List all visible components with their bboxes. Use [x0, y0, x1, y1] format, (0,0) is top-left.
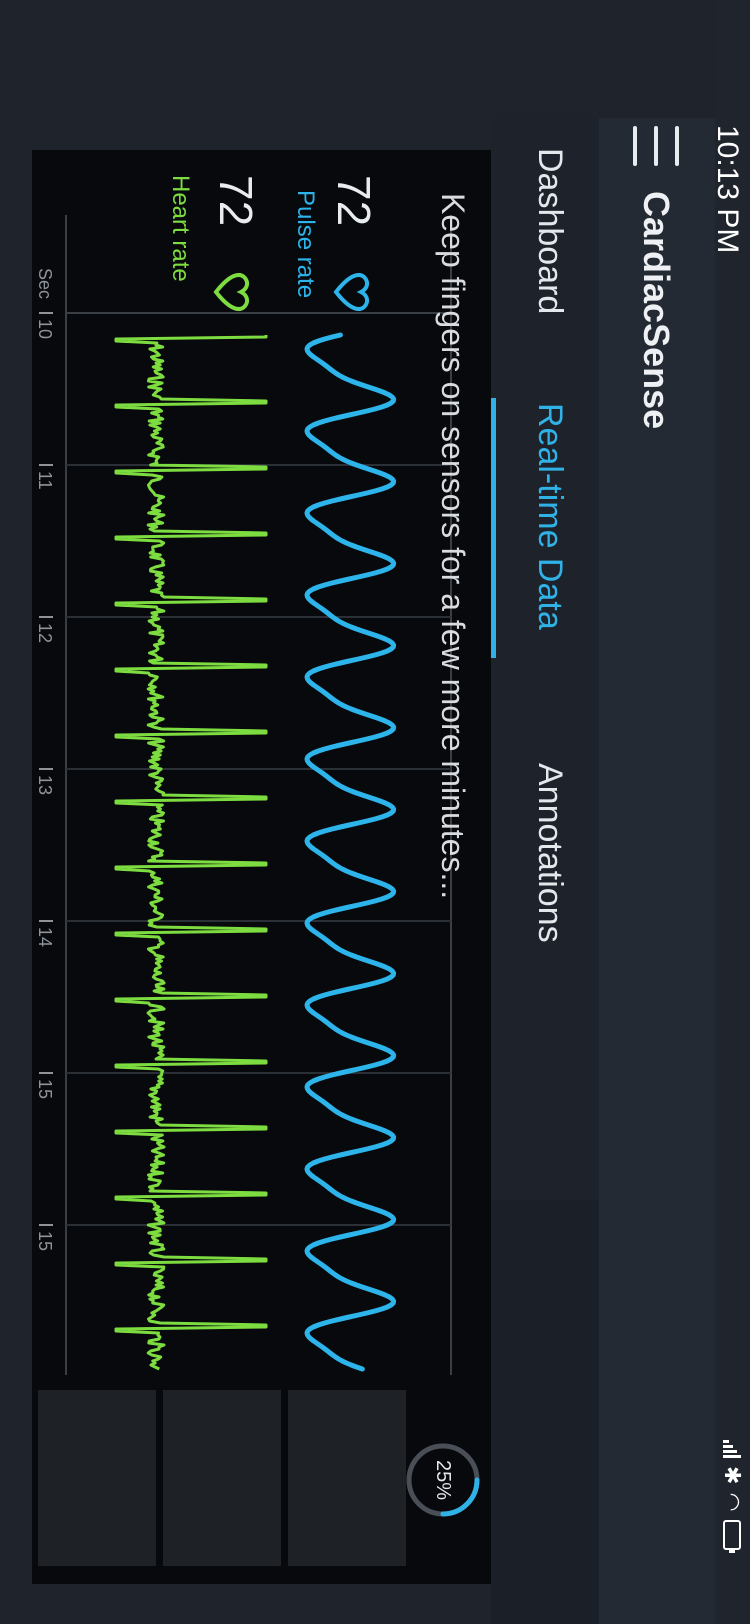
time-tick-label: 11 — [35, 471, 55, 490]
time-tick-label: 14 — [35, 927, 55, 948]
bluetooth-icon: ✱ — [720, 1466, 745, 1485]
tab-dashboard[interactable]: Dashboard — [530, 148, 569, 314]
thumbnail-slot-3 — [38, 1390, 156, 1566]
signal-icon — [723, 1440, 741, 1458]
thumbnail-slot-1 — [288, 1390, 406, 1566]
time-tick-label: 15 — [35, 1231, 55, 1252]
heart-rate-label: Heart rate — [167, 175, 194, 282]
pulse-heart-icon — [333, 273, 370, 311]
pulse-rate-value: 72 — [328, 175, 380, 227]
status-time: 10:13 PM — [711, 125, 744, 254]
rotated-landscape-view: 10:13 PM ✱ ◠ CardiacSense Dashboard Real… — [0, 0, 750, 1624]
time-tick-mark — [39, 768, 53, 770]
time-tick-label: 15 — [35, 1079, 55, 1100]
tab-real-time-data[interactable]: Real-time Data — [530, 403, 569, 630]
time-tick-mark — [39, 920, 53, 922]
active-tab-indicator — [491, 398, 496, 658]
realtime-panel: Keep fingers on sensors for a few more m… — [32, 150, 491, 1584]
tab-bar: Dashboard Real-time Data Annotations — [491, 118, 599, 1624]
time-tick-label: 10 — [35, 319, 55, 340]
pulse-rate-label: Pulse rate — [292, 190, 319, 299]
heart-rate-value: 72 — [210, 175, 262, 227]
time-tick-label: 12 — [35, 623, 55, 644]
time-tick-mark — [39, 464, 53, 466]
hamburger-menu-icon[interactable] — [633, 126, 679, 166]
wifi-icon: ◠ — [720, 1492, 745, 1512]
battery-icon — [723, 1519, 741, 1550]
ecg-waveform — [114, 335, 268, 1371]
status-bar: 10:13 PM ✱ ◠ — [711, 0, 750, 1624]
time-tick-mark — [39, 616, 53, 618]
guidance-message: Keep fingers on sensors for a few more m… — [435, 193, 471, 900]
time-tick-label: 13 — [35, 775, 55, 796]
heart-rate-heart-icon — [213, 273, 250, 311]
progress-percent: 25% — [432, 1459, 454, 1501]
time-tick-mark — [39, 1072, 53, 1074]
app-bar: CardiacSense — [599, 118, 715, 1624]
time-tick-mark — [39, 1224, 53, 1226]
signal-chart — [65, 215, 452, 1375]
pulse-waveform — [304, 332, 397, 1372]
time-axis-unit: Sec — [35, 268, 55, 300]
app-title: CardiacSense — [636, 191, 677, 430]
time-tick-mark — [39, 312, 53, 314]
app-screen: 10:13 PM ✱ ◠ CardiacSense Dashboard Real… — [0, 0, 750, 1624]
tab-annotations[interactable]: Annotations — [530, 763, 569, 943]
tab-bar-filler — [491, 1200, 599, 1624]
thumbnail-slot-2 — [163, 1390, 281, 1566]
status-icons: ✱ ◠ — [718, 1440, 746, 1550]
